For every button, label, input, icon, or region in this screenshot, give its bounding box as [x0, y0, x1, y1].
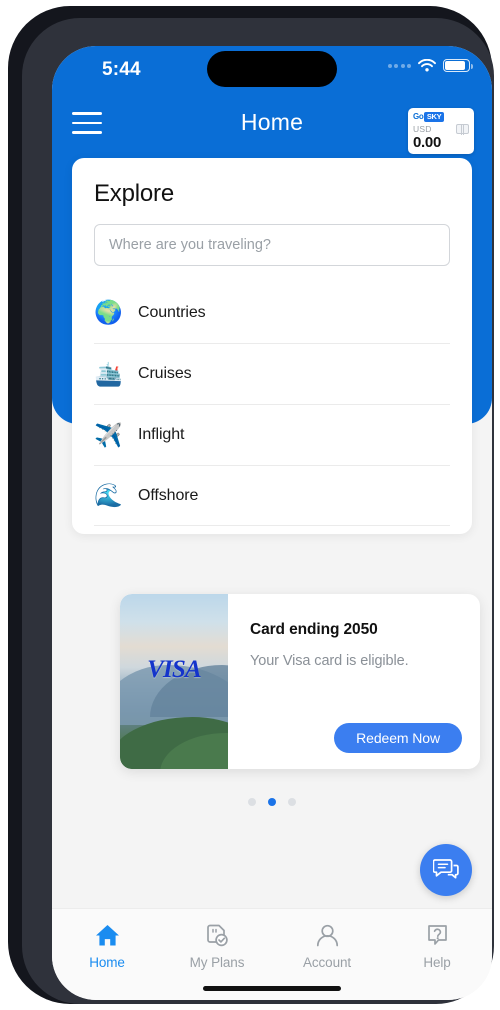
account-person-icon	[316, 924, 338, 947]
explore-item-countries[interactable]: 🌍 Countries	[94, 282, 450, 343]
offer-card-title: Card ending 2050	[250, 621, 378, 638]
offer-card[interactable]: VISA Card ending 2050 Your Visa card is …	[120, 594, 480, 769]
phone-screen: 5:44 Home Go SKY USD 0.00 Explore Where …	[52, 46, 492, 1000]
mountain-landscape-image: VISA	[120, 594, 228, 769]
device-bezel: 5:44 Home Go SKY USD 0.00 Explore Where …	[22, 18, 494, 1004]
wave-icon: 🌊	[94, 482, 123, 508]
status-time: 5:44	[102, 59, 141, 80]
search-input[interactable]	[94, 224, 450, 266]
carousel-pagination	[52, 798, 492, 806]
pager-dot-3[interactable]	[288, 798, 296, 806]
balance-currency: USD	[413, 124, 432, 134]
device-outer-frame: 5:44 Home Go SKY USD 0.00 Explore Where …	[8, 6, 494, 1004]
airplane-icon: ✈️	[94, 421, 123, 448]
explore-item-label: Cruises	[138, 365, 192, 382]
help-question-icon	[427, 925, 447, 945]
gosky-logo: Go SKY	[413, 112, 469, 122]
nav-label: Account	[302, 955, 352, 970]
home-icon	[95, 925, 119, 946]
logo-sky-text: SKY	[424, 112, 444, 122]
nav-label: Help	[423, 955, 451, 970]
explore-item-inflight[interactable]: ✈️ Inflight	[94, 404, 450, 465]
signal-dots-icon	[387, 63, 411, 68]
redeem-now-button[interactable]: Redeem Now	[334, 723, 462, 753]
balance-amount: 0.00	[413, 134, 441, 151]
visa-logo: VISA	[147, 656, 202, 683]
nav-label: My Plans	[189, 955, 245, 970]
nav-item-help[interactable]: Help	[382, 909, 492, 1000]
home-indicator	[203, 986, 341, 991]
nav-item-home[interactable]: Home	[52, 909, 162, 1000]
pager-dot-1[interactable]	[248, 798, 256, 806]
globe-icon: 🌍	[94, 299, 123, 325]
battery-icon	[443, 59, 473, 72]
cruise-ship-icon: 🛳️	[94, 360, 123, 387]
wifi-icon	[418, 59, 436, 72]
pager-dot-2[interactable]	[268, 798, 276, 806]
app-bar: Home Go SKY USD 0.00	[52, 92, 492, 158]
offer-card-subtitle: Your Visa card is eligible.	[250, 653, 409, 669]
status-indicators	[387, 59, 473, 72]
chat-bubbles-icon	[433, 859, 459, 879]
dynamic-island	[207, 51, 337, 87]
explore-item-cruises[interactable]: 🛳️ Cruises	[94, 343, 450, 404]
status-bar: 5:44	[52, 46, 492, 92]
my-plans-icon	[206, 924, 228, 947]
explore-item-offshore[interactable]: 🌊 Offshore	[94, 465, 450, 526]
explore-panel: Explore 🌍 Countries 🛳️ Cruises ✈️ Inflig…	[72, 158, 472, 534]
explore-title: Explore	[94, 180, 174, 207]
explore-item-label: Inflight	[138, 426, 185, 443]
explore-list: 🌍 Countries 🛳️ Cruises ✈️ Inflight 🌊 Off…	[94, 282, 450, 526]
chat-fab-button[interactable]	[420, 844, 472, 896]
offer-card-body: Card ending 2050 Your Visa card is eligi…	[228, 594, 480, 769]
logo-go-text: Go	[413, 112, 424, 121]
card-chip-icon	[456, 124, 469, 135]
explore-item-label: Countries	[138, 303, 206, 321]
balance-card[interactable]: Go SKY USD 0.00	[408, 108, 474, 154]
explore-item-label: Offshore	[138, 486, 199, 504]
nav-label: Home	[89, 955, 125, 970]
